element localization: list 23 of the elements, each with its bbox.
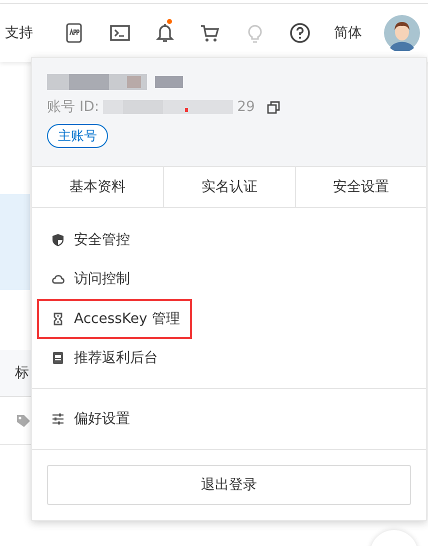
terminal-icon[interactable] [108, 22, 130, 44]
phone-icon[interactable] [63, 22, 85, 44]
menu-item[interactable]: 推荐返利后台 [37, 338, 170, 378]
menu-item[interactable]: 偏好设置 [37, 399, 142, 438]
menu-item[interactable]: 访问控制 [37, 260, 142, 299]
header-label: 标 [15, 364, 29, 382]
sliders-icon [51, 412, 65, 426]
cloud-icon [51, 272, 65, 286]
logout-button[interactable]: 退出登录 [47, 464, 411, 504]
cart-icon[interactable] [198, 22, 220, 44]
help-icon[interactable] [288, 22, 310, 44]
profile-tab[interactable]: 安全设置 [294, 167, 426, 207]
role-badge: 主账号 [47, 124, 108, 148]
menu-item[interactable]: AccessKey 管理 [37, 299, 192, 338]
copy-icon[interactable] [266, 100, 280, 114]
avatar[interactable] [384, 15, 420, 51]
account-id-label: 账号 ID: [47, 98, 100, 116]
account-id-tail: 29 [237, 99, 255, 115]
language-link[interactable]: 简体 [334, 24, 362, 42]
menu-item[interactable]: 安全管控 [37, 220, 142, 260]
shield-icon [51, 232, 65, 247]
bell-icon[interactable] [154, 22, 176, 44]
support-link[interactable]: 支持 [5, 24, 33, 42]
